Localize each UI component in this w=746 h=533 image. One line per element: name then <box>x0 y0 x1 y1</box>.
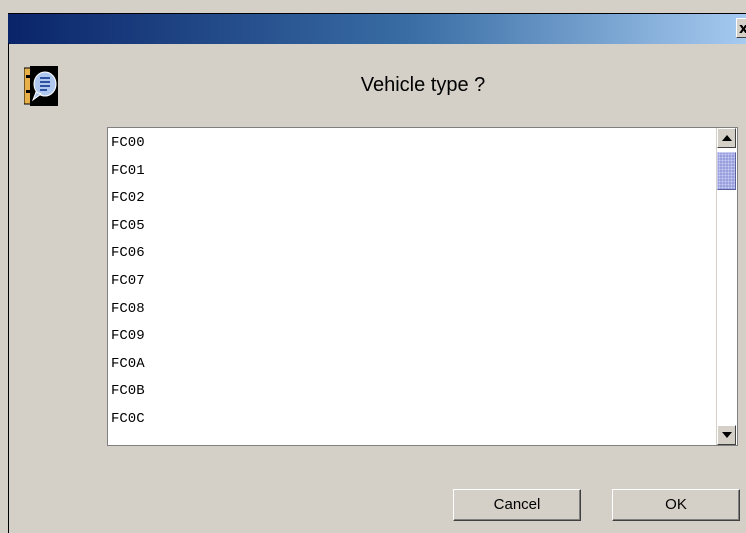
list-item[interactable]: FC06 <box>108 240 716 268</box>
close-button[interactable]: x <box>736 18 746 38</box>
list-items: FC00 FC01 FC02 FC05 FC06 FC07 FC08 FC09 … <box>108 128 716 445</box>
list-item[interactable]: FC09 <box>108 323 716 351</box>
list-item[interactable]: FC07 <box>108 268 716 296</box>
scroll-up-button[interactable] <box>717 128 736 148</box>
list-item[interactable]: FC01 <box>108 158 716 186</box>
window-border <box>8 43 9 533</box>
list-item[interactable]: FC00 <box>108 130 716 158</box>
arrow-down-icon <box>721 432 732 438</box>
list-item[interactable]: FC02 <box>108 185 716 213</box>
cancel-button[interactable]: Cancel <box>453 489 581 521</box>
vehicle-type-list[interactable]: FC00 FC01 FC02 FC05 FC06 FC07 FC08 FC09 … <box>107 127 738 446</box>
vehicle-type-dialog: x Vehicle type ? FC00 FC01 FC02 FC05 FC0… <box>0 0 746 533</box>
scroll-thumb[interactable] <box>717 152 736 190</box>
arrow-up-icon <box>721 135 732 141</box>
list-item[interactable]: FC08 <box>108 296 716 324</box>
list-item[interactable]: FC05 <box>108 213 716 241</box>
title-bar[interactable]: x <box>8 13 746 44</box>
vertical-scrollbar[interactable] <box>716 128 737 445</box>
list-item[interactable]: FC0C <box>108 406 716 434</box>
question-label: Vehicle type ? <box>360 74 486 96</box>
list-item[interactable]: FC0A <box>108 351 716 379</box>
ok-button[interactable]: OK <box>612 489 740 521</box>
list-item[interactable]: FC0B <box>108 378 716 406</box>
scroll-down-button[interactable] <box>717 425 736 445</box>
